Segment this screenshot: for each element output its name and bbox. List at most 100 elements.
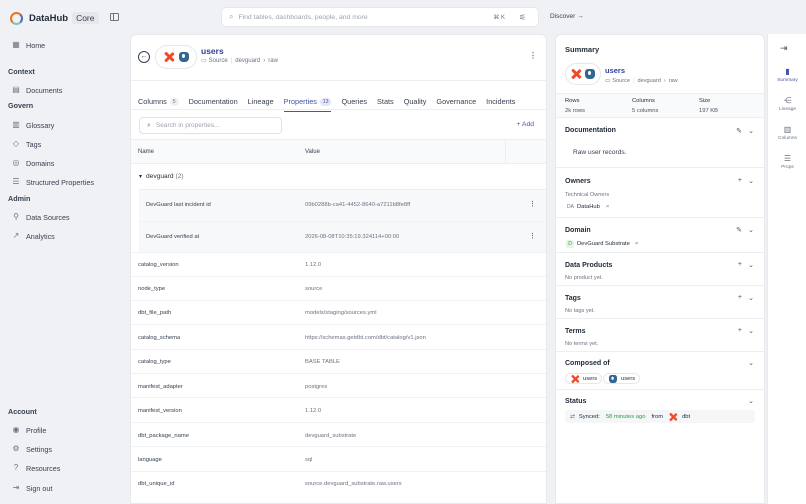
chevron-down-icon[interactable]: ⌄ bbox=[748, 327, 754, 335]
properties-icon: ☰ bbox=[783, 154, 792, 163]
tab-governance[interactable]: Governance bbox=[436, 97, 476, 106]
divider bbox=[131, 373, 546, 374]
rail-item-columns[interactable]: ▥ Columns bbox=[768, 125, 806, 141]
divider bbox=[131, 252, 546, 253]
sidebar-item-structured-properties[interactable]: ☰ Structured Properties bbox=[12, 176, 94, 188]
trend-icon: ↗ bbox=[12, 231, 20, 240]
section-account: Account bbox=[8, 407, 37, 416]
section-documentation: Documentation ✎ ⌄ Raw user records. bbox=[556, 119, 764, 168]
section-tags: Tags + ⌄ No tags yet. bbox=[556, 286, 764, 319]
sidebar-item-domains[interactable]: ◎ Domains bbox=[12, 157, 55, 169]
tab-properties[interactable]: Properties 13 bbox=[283, 97, 332, 112]
back-arrow-icon[interactable]: ← bbox=[138, 51, 150, 63]
dbt-icon bbox=[571, 375, 579, 383]
row-more-icon[interactable]: ⋮ bbox=[529, 232, 536, 240]
properties-search-input[interactable]: Search in properties... bbox=[156, 122, 220, 129]
chevron-down-icon[interactable]: ⌄ bbox=[748, 397, 754, 405]
chevron-down-icon[interactable]: ⌄ bbox=[748, 127, 754, 135]
add-icon[interactable]: + bbox=[738, 327, 742, 334]
composed-item-dbt[interactable]: users bbox=[565, 373, 603, 384]
divider bbox=[131, 397, 546, 398]
column-divider bbox=[505, 140, 506, 164]
sidebar-item-data-sources[interactable]: ⚲ Data Sources bbox=[12, 211, 69, 223]
tab-quality[interactable]: Quality bbox=[404, 97, 427, 106]
owner-chip[interactable]: DA DataHub × bbox=[567, 204, 609, 210]
remove-owner-icon[interactable]: × bbox=[606, 204, 609, 210]
chevron-down-icon[interactable]: ⌄ bbox=[748, 261, 754, 269]
documentation-text: Raw user records. bbox=[573, 149, 627, 156]
entity-tabs: Columns 5 Documentation Lineage Propertie… bbox=[138, 95, 525, 112]
add-icon[interactable]: + bbox=[738, 261, 742, 268]
discover-link[interactable]: Discover → bbox=[550, 13, 584, 20]
edit-icon[interactable]: ✎ bbox=[736, 226, 742, 234]
tab-count: 5 bbox=[169, 97, 179, 106]
composed-item-postgres[interactable]: users bbox=[603, 373, 641, 384]
sidebar-item-tags[interactable]: ◇ Tags bbox=[12, 138, 41, 150]
add-icon[interactable]: + bbox=[738, 294, 742, 301]
sidebar-collapse-icon[interactable] bbox=[110, 13, 119, 21]
tab-divider bbox=[131, 109, 546, 110]
chevron-down-icon[interactable]: ⌄ bbox=[748, 359, 754, 367]
section-owners: Owners + ⌄ Technical Owners DA DataHub × bbox=[556, 168, 764, 218]
sidebar-item-sign-out[interactable]: ⇥ Sign out bbox=[12, 482, 53, 494]
properties-search[interactable]: ⌕ Search in properties... bbox=[139, 117, 282, 134]
remove-domain-icon[interactable]: × bbox=[635, 241, 638, 247]
add-property-button[interactable]: + Add bbox=[516, 121, 534, 128]
column-header-value: Value bbox=[305, 149, 320, 155]
sidebar-item-analytics[interactable]: ↗ Analytics bbox=[12, 230, 55, 242]
book-icon: ▥ bbox=[12, 120, 20, 129]
sidebar-item-settings[interactable]: ⚙ Settings bbox=[12, 443, 52, 455]
chevron-down-icon[interactable]: ⌄ bbox=[748, 226, 754, 234]
tab-lineage[interactable]: Lineage bbox=[248, 97, 274, 106]
summary-panel: Summary users ▭ Source | devguard › raw Row… bbox=[555, 34, 765, 504]
sidebar-item-resources[interactable]: ? Resources bbox=[12, 462, 61, 474]
close-panel-icon[interactable]: ⇥ bbox=[780, 43, 788, 54]
document-icon: ▤ bbox=[12, 85, 20, 94]
section-domain: Domain ✎ ⌄ D DevGuard Substrate × bbox=[556, 218, 764, 253]
rail-item-summary[interactable]: ▮ Summary bbox=[768, 67, 806, 83]
edit-icon[interactable]: ✎ bbox=[736, 127, 742, 135]
app-logo[interactable]: DataHub Core bbox=[10, 10, 99, 26]
summary-entity-name[interactable]: users bbox=[605, 66, 625, 75]
chevron-down-icon[interactable]: ⌄ bbox=[748, 294, 754, 302]
sign-out-icon: ⇥ bbox=[12, 483, 20, 492]
filter-icon[interactable]: ⚟ bbox=[519, 13, 526, 22]
divider bbox=[131, 324, 546, 325]
add-owner-icon[interactable]: + bbox=[738, 177, 742, 184]
tab-stats[interactable]: Stats bbox=[377, 97, 394, 106]
dbt-icon bbox=[571, 69, 581, 79]
tab-incidents[interactable]: Incidents bbox=[486, 97, 515, 106]
row-more-icon[interactable]: ⋮ bbox=[529, 200, 536, 208]
sidebar-item-profile[interactable]: ◉ Profile bbox=[12, 424, 47, 436]
rail-item-lineage[interactable]: ⋲ Lineage bbox=[768, 96, 806, 112]
sidebar-item-glossary[interactable]: ▥ Glossary bbox=[12, 119, 54, 131]
tab-columns[interactable]: Columns 5 bbox=[138, 97, 179, 106]
globe-icon: ◎ bbox=[12, 158, 20, 167]
domain-chip[interactable]: D DevGuard Substrate × bbox=[566, 240, 638, 248]
global-search[interactable]: ⌕ Find tables, dashboards, people, and m… bbox=[221, 7, 539, 27]
search-icon: ⌕ bbox=[229, 12, 234, 21]
source-icon: ▭ bbox=[605, 78, 611, 84]
tab-documentation[interactable]: Documentation bbox=[189, 97, 238, 106]
stat-rows: Rows 2k rows bbox=[565, 98, 585, 114]
tab-queries[interactable]: Queries bbox=[341, 97, 367, 106]
entity-breadcrumb: ▭ Source | devguard › raw bbox=[201, 57, 278, 65]
dbt-icon bbox=[164, 52, 174, 62]
search-input[interactable]: Find tables, dashboards, people, and mor… bbox=[238, 14, 367, 21]
domain-icon: D bbox=[566, 240, 574, 248]
property-group-devguard[interactable]: ▾ devguard (2) bbox=[139, 173, 184, 180]
sidebar-item-home[interactable]: ▦ Home bbox=[12, 39, 45, 51]
rail-item-props[interactable]: ☰ Props bbox=[768, 154, 806, 170]
section-composed-of: Composed of ⌄ users users bbox=[556, 352, 764, 390]
chevron-down-icon[interactable]: ⌄ bbox=[748, 177, 754, 185]
divider bbox=[131, 446, 546, 447]
sidebar-item-documents[interactable]: ▤ Documents bbox=[12, 84, 62, 96]
lineage-icon: ⋲ bbox=[783, 96, 792, 105]
entity-platform-icons bbox=[155, 45, 197, 69]
avatar: DA bbox=[567, 204, 574, 210]
user-icon: ◉ bbox=[12, 425, 20, 434]
sync-status: ⇄ Synced: 58 minutes ago from dbt bbox=[565, 410, 755, 423]
entity-more-icon[interactable]: ⋮ bbox=[529, 51, 537, 60]
divider bbox=[131, 349, 546, 350]
tag-icon: ◇ bbox=[12, 139, 20, 148]
